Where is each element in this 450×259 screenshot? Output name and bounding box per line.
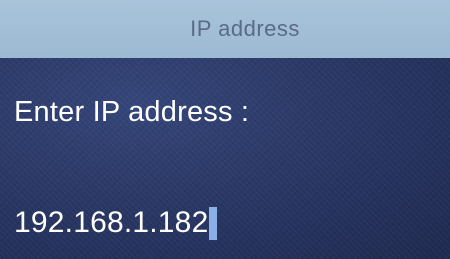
title-bar: IP address	[0, 0, 450, 58]
ip-address-value[interactable]: 192.168.1.182	[14, 206, 208, 240]
text-cursor	[209, 206, 218, 240]
ip-address-field[interactable]: 192.168.1.182	[14, 203, 218, 243]
ip-prompt-label: Enter IP address :	[14, 96, 250, 128]
device-screen: IP address Enter IP address : 192.168.1.…	[0, 0, 450, 259]
page-title: IP address	[190, 16, 300, 41]
